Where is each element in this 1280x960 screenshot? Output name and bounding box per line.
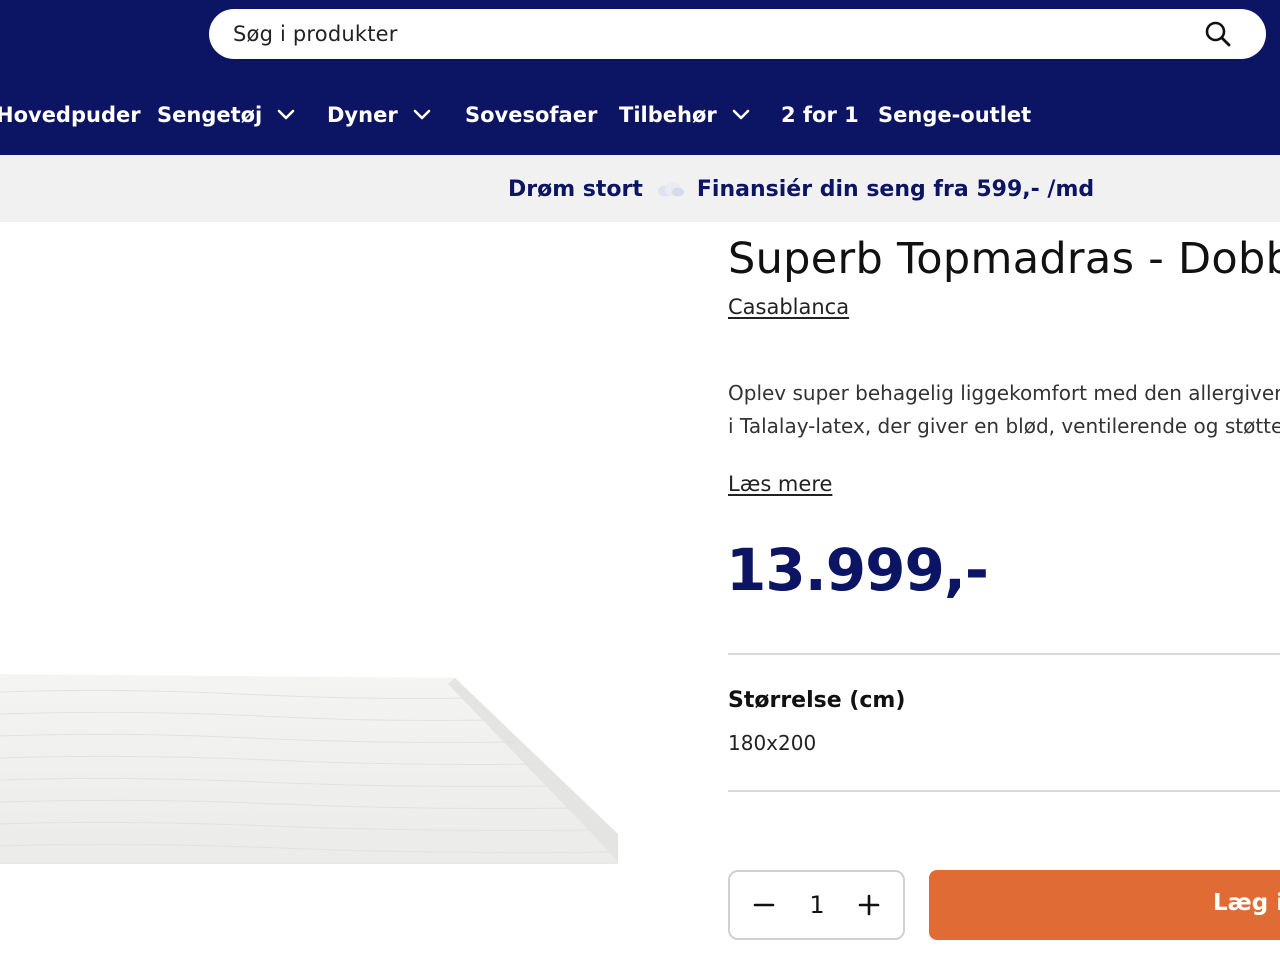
read-more-link[interactable]: Læs mere — [728, 472, 832, 496]
nav-item-sengetoj[interactable]: Sengetøj — [157, 100, 296, 130]
description-line: i Talalay-latex, der giver en blød, vent… — [728, 414, 1280, 438]
promo-right-text: Finansiér din seng fra 599,- /md — [696, 176, 1095, 202]
product-page: Søg i produkter Hovedpuder Sengetøj Dyne… — [0, 0, 1280, 960]
description-line: Oplev super behagelig liggekomfort med d… — [728, 381, 1280, 405]
increase-quantity-button[interactable] — [839, 872, 899, 938]
add-to-cart-button[interactable]: Læg i — [929, 870, 1280, 940]
nav-item-senge-outlet[interactable]: Senge-outlet — [878, 100, 1031, 130]
nav-item-sovesofaer[interactable]: Sovesofaer — [465, 100, 597, 130]
product-title: Superb Topmadras - Dobbe — [728, 234, 1280, 284]
search-input[interactable]: Søg i produkter — [209, 9, 1266, 59]
product-price: 13.999,- — [726, 536, 989, 604]
nav-item-dyner[interactable]: Dyner — [327, 100, 432, 130]
nav-item-label: Dyner — [327, 103, 398, 127]
decrease-quantity-button[interactable] — [734, 872, 794, 938]
nav-item-label: Hovedpuder — [0, 103, 141, 127]
nav-item-tilbehor[interactable]: Tilbehør — [619, 100, 751, 130]
product-image[interactable] — [0, 222, 700, 960]
add-to-cart-label: Læg i — [1213, 890, 1280, 916]
nav-item-label: Senge-outlet — [878, 103, 1032, 127]
size-label: Størrelse (cm) — [728, 688, 906, 713]
divider — [728, 790, 1280, 792]
quantity-input[interactable]: 1 — [794, 891, 840, 919]
nav-item-hovedpuder[interactable]: Hovedpuder — [0, 100, 141, 130]
product-description: Oplev super behagelig liggekomfort med d… — [728, 377, 1280, 443]
plus-icon — [858, 894, 880, 916]
promo-bar[interactable]: Drøm stort Finansiér din seng fra 599,- … — [0, 155, 1280, 222]
mattress-topper-image — [0, 674, 618, 864]
divider — [728, 653, 1280, 655]
chevron-down-icon — [732, 109, 750, 120]
promo-content: Drøm stort Finansiér din seng fra 599,- … — [508, 173, 1094, 205]
quantity-stepper: 1 — [728, 870, 905, 940]
search-icon[interactable] — [1204, 20, 1232, 48]
brand-link[interactable]: Casablanca — [728, 295, 849, 319]
promo-left-text: Drøm stort — [508, 176, 643, 202]
nav-item-label: Sengetøj — [157, 103, 263, 127]
nav-item-label: Sovesofaer — [465, 103, 598, 127]
search-placeholder: Søg i produkter — [233, 22, 398, 46]
chevron-down-icon — [277, 109, 295, 120]
chevron-down-icon — [413, 109, 430, 120]
site-header: Søg i produkter Hovedpuder Sengetøj Dyne… — [0, 0, 1280, 155]
nav-item-label: 2 for 1 — [781, 103, 859, 127]
nav-item-label: Tilbehør — [619, 103, 717, 127]
cloud-icon — [657, 182, 684, 197]
nav-item-2-for-1[interactable]: 2 for 1 — [781, 100, 859, 130]
size-value[interactable]: 180x200 — [728, 731, 816, 755]
minus-icon — [753, 903, 775, 907]
